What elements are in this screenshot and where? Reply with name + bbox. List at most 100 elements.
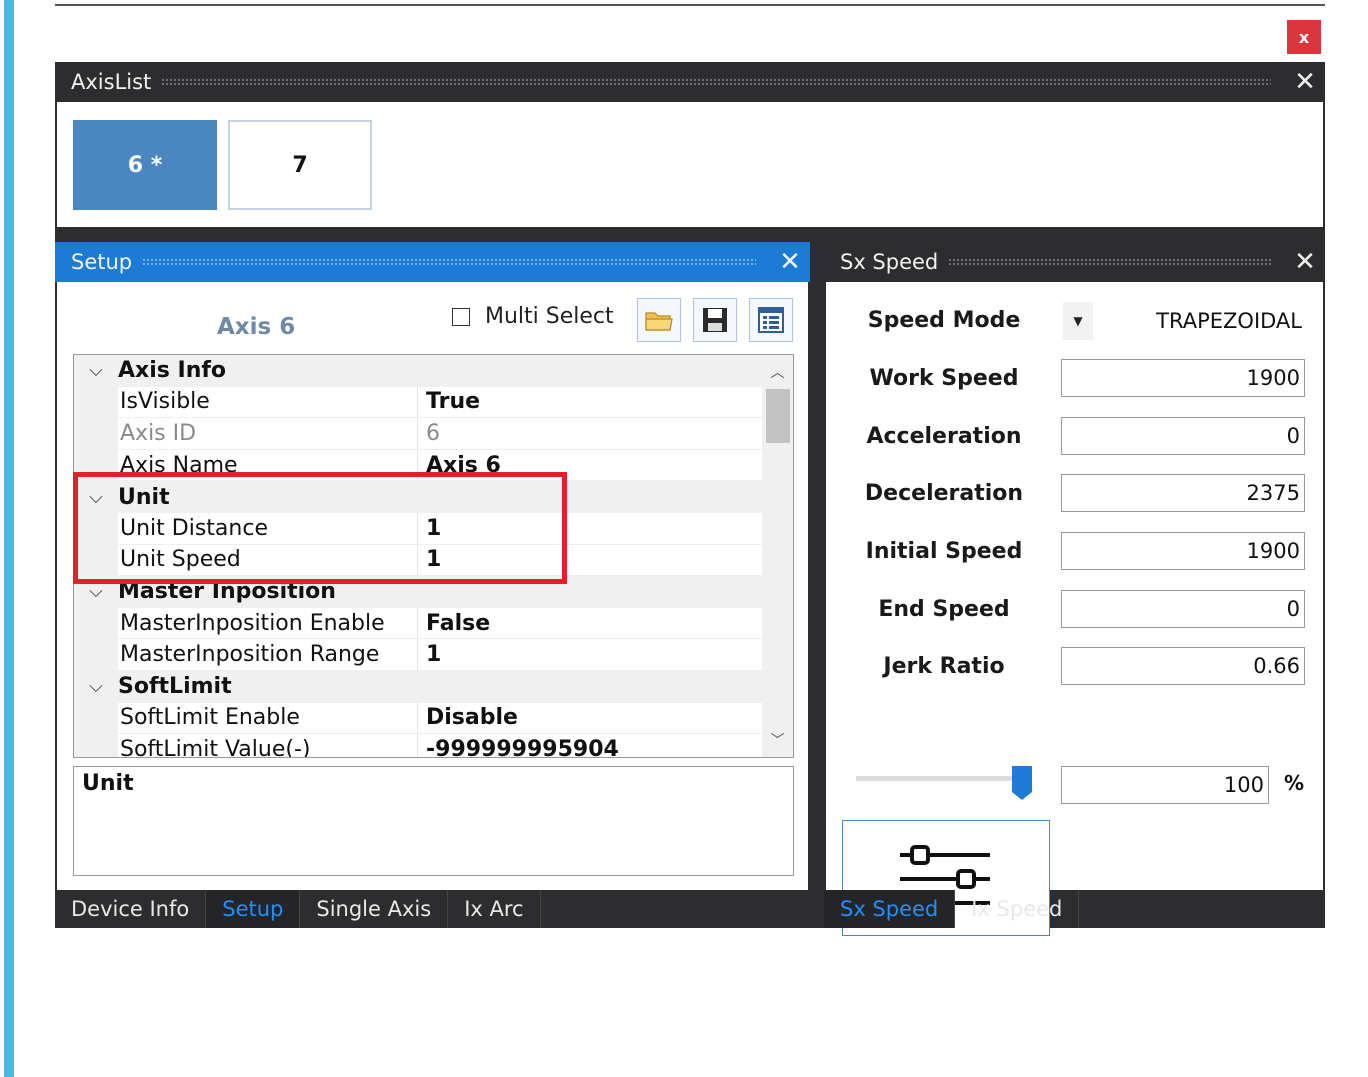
row-gutter	[74, 512, 118, 545]
work-speed-label: Work Speed	[869, 366, 1019, 391]
property-row[interactable]: Unit Distance 1	[74, 512, 762, 545]
property-name: MasterInposition Range	[118, 639, 418, 671]
scroll-thumb[interactable]	[766, 389, 790, 443]
axis-button-6[interactable]: 6 *	[73, 120, 217, 210]
setup-title: Setup	[71, 250, 133, 274]
setup-tab-strip: Device Info Setup Single Axis Ix Arc	[55, 890, 541, 928]
property-grid-rows: ⌵ Axis Info IsVisible True Axis ID 6 Axis Name…	[74, 355, 762, 757]
end-speed-input[interactable]: 0	[1061, 590, 1305, 628]
property-category[interactable]: ⌵ SoftLimit	[74, 670, 762, 703]
axislist-body: 6 * 7	[57, 102, 1323, 227]
tab-1[interactable]: Setup	[206, 890, 301, 928]
category-label: Master Inposition	[118, 579, 336, 605]
end-speed-label: End Speed	[878, 597, 1010, 622]
top-divider	[55, 4, 1325, 6]
property-category[interactable]: ⌵ Master Inposition	[74, 576, 762, 608]
checkbox-icon[interactable]	[452, 307, 470, 326]
initial-speed-label: Initial Speed	[865, 539, 1023, 564]
drag-grip[interactable]	[161, 78, 1271, 86]
tab-0[interactable]: Device Info	[55, 890, 207, 928]
property-grid-scrollbar[interactable]: ︿ ﹀	[762, 355, 793, 757]
work-speed-input[interactable]: 1900	[1061, 359, 1305, 397]
property-value[interactable]: Disable	[417, 702, 762, 735]
save-button[interactable]	[693, 298, 737, 342]
collapse-chevron-icon[interactable]: ⌵	[74, 676, 118, 697]
speed-mode-value[interactable]: TRAPEZOIDAL	[1116, 302, 1302, 340]
property-row[interactable]: MasterInposition Range 1	[74, 639, 762, 671]
property-value[interactable]: Axis 6	[417, 449, 762, 482]
drag-grip[interactable]	[142, 258, 756, 266]
view-list-button[interactable]	[749, 298, 793, 342]
speed-tab-strip: Sx Speed Ix Speed	[824, 890, 1080, 928]
setup-body: Axis 6 Multi Select ⌵ Axis Info IsVisibl…	[57, 282, 808, 890]
row-gutter	[74, 639, 118, 671]
drag-grip[interactable]	[948, 258, 1271, 266]
category-label: SoftLimit	[118, 674, 232, 700]
property-value[interactable]: True	[417, 386, 762, 419]
row-gutter	[74, 418, 118, 450]
tab-speed-0[interactable]: Sx Speed	[824, 890, 956, 928]
collapse-chevron-icon[interactable]: ⌵	[74, 487, 118, 508]
property-value[interactable]: 6	[417, 418, 762, 450]
dock-container: AxisList ✕ 6 * 7 Setup ✕ Axis 6 Multi Se…	[55, 62, 1325, 936]
multi-select-checkbox[interactable]: Multi Select	[452, 304, 614, 329]
left-accent-bar	[4, 0, 14, 1077]
override-unit: %	[1284, 771, 1305, 795]
deceleration-input[interactable]: 2375	[1061, 474, 1305, 512]
property-row[interactable]: SoftLimit Value(-) -999999995904	[74, 734, 762, 757]
property-name: MasterInposition Enable	[118, 608, 418, 640]
scroll-up-icon[interactable]: ︿	[762, 357, 793, 387]
row-gutter	[74, 544, 118, 577]
setup-close-icon[interactable]: ✕	[770, 247, 810, 277]
property-value[interactable]: False	[417, 607, 762, 640]
open-file-button[interactable]	[637, 298, 681, 342]
property-grid[interactable]: ⌵ Axis Info IsVisible True Axis ID 6 Axis Name…	[73, 354, 794, 758]
property-row[interactable]: SoftLimit Enable Disable	[74, 702, 762, 735]
folder-open-icon	[645, 312, 673, 331]
override-slider-track[interactable]	[856, 776, 1026, 781]
jerk-ratio-input[interactable]: 0.66	[1061, 647, 1305, 685]
property-name: Axis Name	[118, 450, 418, 482]
property-name: SoftLimit Enable	[118, 703, 418, 735]
property-value[interactable]: 1	[417, 639, 762, 671]
row-gutter	[74, 607, 118, 640]
override-input[interactable]: 100	[1061, 766, 1269, 804]
speed-title: Sx Speed	[840, 250, 939, 274]
window-close-button[interactable]: x	[1287, 20, 1321, 54]
speed-body: Speed Mode ▼ TRAPEZOIDAL Work Speed 1900…	[826, 282, 1323, 936]
override-slider-thumb[interactable]	[1011, 766, 1032, 800]
speed-mode-dropdown[interactable]: ▼	[1063, 302, 1093, 340]
axislist-title: AxisList	[71, 70, 152, 94]
scroll-down-icon[interactable]: ﹀	[762, 725, 793, 755]
collapse-chevron-icon[interactable]: ⌵	[74, 360, 118, 381]
tab-2[interactable]: Single Axis	[300, 890, 449, 928]
property-row[interactable]: IsVisible True	[74, 386, 762, 419]
tab-3[interactable]: Ix Arc	[448, 890, 541, 928]
speed-panel-header: Sx Speed ✕	[824, 242, 1325, 282]
row-gutter	[74, 386, 118, 419]
tab-speed-1[interactable]: Ix Speed	[955, 890, 1080, 928]
property-value[interactable]: -999999995904	[417, 734, 762, 757]
acceleration-input[interactable]: 0	[1061, 417, 1305, 455]
property-row[interactable]: Unit Speed 1	[74, 544, 762, 577]
speed-close-icon[interactable]: ✕	[1285, 247, 1325, 277]
property-value[interactable]: 1	[417, 512, 762, 545]
property-name: SoftLimit Value(-)	[118, 734, 418, 757]
acceleration-label: Acceleration	[866, 424, 1022, 449]
axis-title: Axis 6	[217, 314, 296, 340]
collapse-chevron-icon[interactable]: ⌵	[74, 581, 118, 602]
save-icon	[703, 308, 727, 332]
jerk-ratio-label: Jerk Ratio	[883, 654, 1005, 679]
property-row[interactable]: Axis Name Axis 6	[74, 449, 762, 482]
property-category[interactable]: ⌵ Unit	[74, 481, 762, 513]
category-label: Unit	[118, 484, 170, 510]
setup-panel-header: Setup ✕	[55, 242, 810, 282]
initial-speed-input[interactable]: 1900	[1061, 532, 1305, 570]
axislist-close-icon[interactable]: ✕	[1285, 67, 1325, 97]
property-category[interactable]: ⌵ Axis Info	[74, 355, 762, 387]
property-row[interactable]: Axis ID 6	[74, 418, 762, 450]
property-row[interactable]: MasterInposition Enable False	[74, 607, 762, 640]
axislist-panel-header: AxisList ✕	[55, 62, 1325, 102]
property-value[interactable]: 1	[417, 544, 762, 577]
axis-button-7[interactable]: 7	[228, 120, 372, 210]
